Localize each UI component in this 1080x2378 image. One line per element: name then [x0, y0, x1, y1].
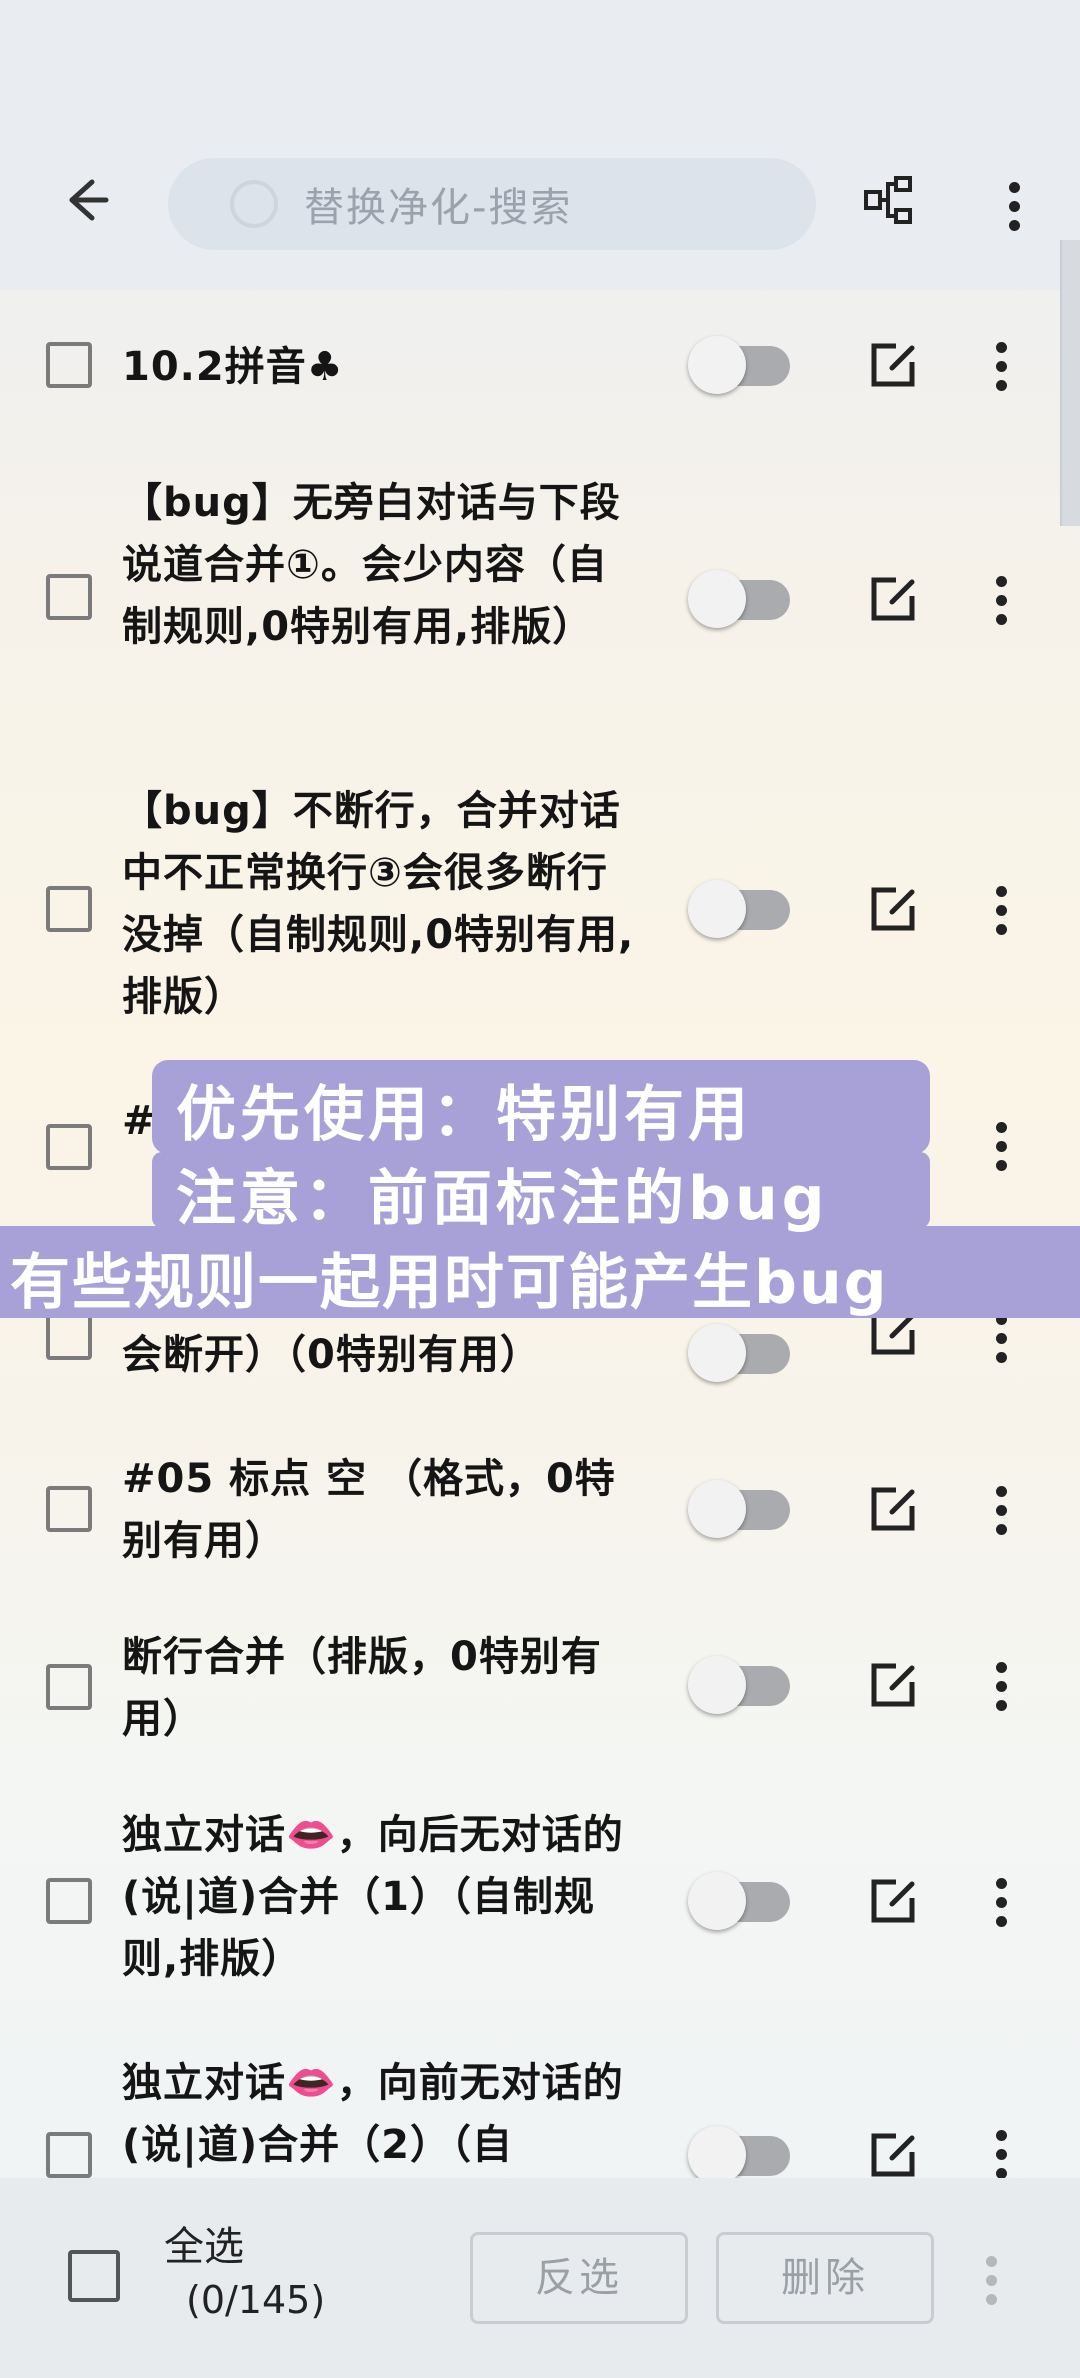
rule-row[interactable]: 断行合并（排版，0特别有用） — [0, 1600, 1080, 1780]
rule-toggle[interactable] — [688, 880, 790, 938]
rule-row[interactable]: 【bug】无旁白对话与下段说道合并①。会少内容（自制规则,0特别有用,排版） — [0, 450, 1080, 750]
edit-icon[interactable] — [866, 1658, 920, 1712]
delete-button[interactable]: 删除 — [716, 2232, 934, 2324]
rule-title: 断行合并（排版，0特别有用） — [122, 1634, 602, 1742]
rule-title: 独立对话👄，向后无对话的(说|道)合并（1）（自制规则,排版） — [122, 1812, 624, 1982]
edit-icon[interactable] — [866, 338, 920, 392]
rule-title: 会断开）（0特别有用） — [122, 1332, 541, 1378]
rule-row[interactable]: 独立对话👄，向后无对话的(说|道)合并（1）（自制规则,排版） — [0, 1790, 1080, 2030]
group-icon[interactable] — [858, 170, 922, 234]
rule-toggle[interactable] — [688, 1656, 790, 1714]
edit-icon[interactable] — [866, 572, 920, 626]
row-checkbox[interactable] — [46, 2132, 92, 2178]
rule-row[interactable]: 10.2拼音♣ — [0, 290, 1080, 450]
search-input[interactable]: 替换净化-搜索 — [168, 158, 816, 250]
rule-row[interactable]: 【bug】不断行，合并对话中不正常换行③会很多断行没掉（自制规则,0特别有用,排… — [0, 750, 1080, 1060]
rule-row[interactable]: #05 标点 空 （格式，0特别有用） — [0, 1420, 1080, 1600]
row-checkbox[interactable] — [46, 1878, 92, 1924]
invert-selection-button[interactable]: 反选 — [470, 2232, 688, 2324]
rule-title: #05 标点 空 （格式，0特别有用） — [122, 1456, 616, 1564]
caption-line-1: 优先使用：特别有用 — [176, 1080, 752, 1150]
back-arrow-icon[interactable] — [52, 168, 116, 232]
selection-count: (0/145) — [186, 2278, 326, 2322]
row-checkbox[interactable] — [46, 1664, 92, 1710]
row-checkbox[interactable] — [46, 886, 92, 932]
rule-toggle[interactable] — [688, 336, 790, 394]
edit-icon[interactable] — [866, 882, 920, 936]
rule-title: 【bug】不断行，合并对话中不正常换行③会很多断行没掉（自制规则,0特别有用,排… — [122, 788, 635, 1020]
rule-toggle[interactable] — [688, 1872, 790, 1930]
rule-title: 独立对话👄，向前无对话的(说|道)合并（2）（自 — [122, 2060, 624, 2168]
row-more-icon[interactable] — [986, 1486, 1016, 1546]
edit-icon[interactable] — [866, 1482, 920, 1536]
rule-title: 10.2拼音♣ — [122, 344, 344, 390]
row-checkbox[interactable] — [46, 574, 92, 620]
row-checkbox[interactable] — [46, 1486, 92, 1532]
select-all-checkbox[interactable] — [68, 2250, 120, 2302]
row-more-icon[interactable] — [986, 342, 1016, 402]
search-placeholder: 替换净化-搜索 — [304, 185, 573, 231]
top-app-bar: 替换净化-搜索 — [0, 0, 1080, 290]
rule-toggle[interactable] — [688, 1324, 790, 1382]
row-more-icon[interactable] — [986, 2130, 1016, 2180]
rule-toggle[interactable] — [688, 570, 790, 628]
row-more-icon[interactable] — [986, 1122, 1016, 1182]
row-more-icon[interactable] — [986, 576, 1016, 636]
search-icon — [230, 180, 278, 228]
edit-icon[interactable] — [866, 2128, 920, 2180]
edit-icon[interactable] — [866, 1874, 920, 1928]
row-more-icon[interactable] — [986, 886, 1016, 946]
rule-row[interactable]: 独立对话👄，向前无对话的(说|道)合并（2）（自 — [0, 2030, 1080, 2180]
row-checkbox[interactable] — [46, 1124, 92, 1170]
caption-line-2: 注意：前面标注的bug — [176, 1164, 829, 1234]
row-more-icon[interactable] — [986, 1878, 1016, 1938]
more-vert-icon[interactable] — [986, 2256, 997, 2305]
row-checkbox[interactable] — [46, 342, 92, 388]
rule-toggle[interactable] — [688, 1480, 790, 1538]
rule-toggle[interactable] — [688, 2126, 790, 2180]
caption-line-3: 有些规则一起用时可能产生bug — [10, 1248, 889, 1318]
more-vert-icon[interactable] — [982, 170, 1046, 234]
row-more-icon[interactable] — [986, 1662, 1016, 1722]
rule-title: 【bug】无旁白对话与下段说道合并①。会少内容（自制规则,0特别有用,排版） — [122, 480, 621, 650]
row-more-icon[interactable] — [986, 1314, 1016, 1374]
select-all-label: 全选 — [164, 2224, 244, 2270]
